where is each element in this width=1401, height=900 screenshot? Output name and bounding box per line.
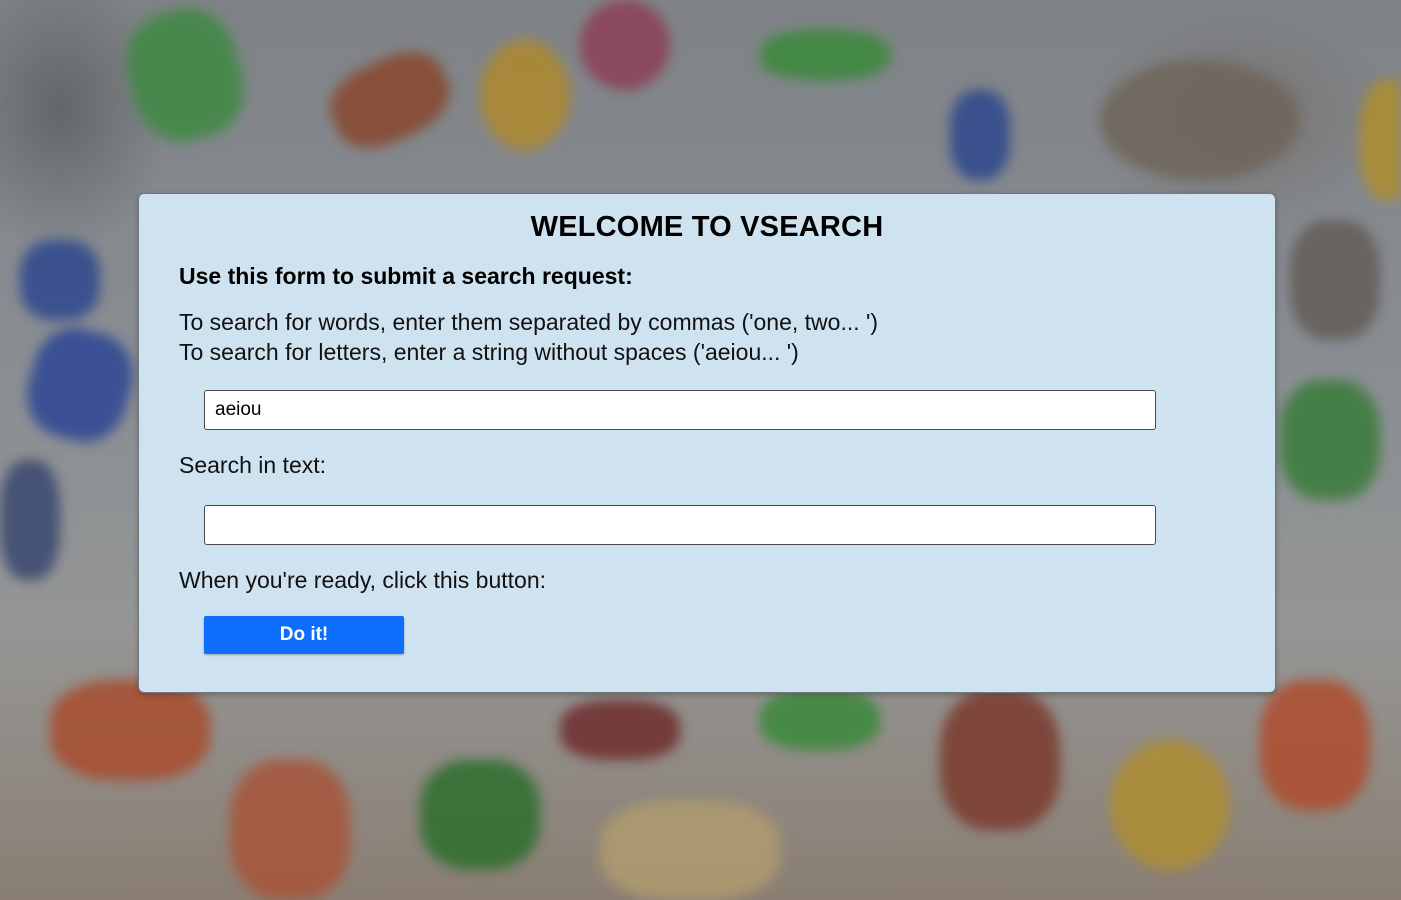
search-in-text-label: Search in text: (179, 452, 327, 478)
search-text-input[interactable] (204, 505, 1156, 545)
instruction-letters: To search for letters, enter a string wi… (179, 339, 799, 365)
instructions-text: To search for words, enter them separate… (179, 307, 878, 367)
do-it-button[interactable]: Do it! (204, 616, 404, 654)
search-form-panel: WELCOME TO VSEARCH Use this form to subm… (138, 193, 1276, 693)
form-subtitle: Use this form to submit a search request… (179, 263, 633, 289)
ready-label: When you're ready, click this button: (179, 567, 547, 593)
phrase-input[interactable] (204, 390, 1156, 430)
instruction-words: To search for words, enter them separate… (179, 309, 879, 335)
page-title: WELCOME TO VSEARCH (530, 211, 884, 243)
